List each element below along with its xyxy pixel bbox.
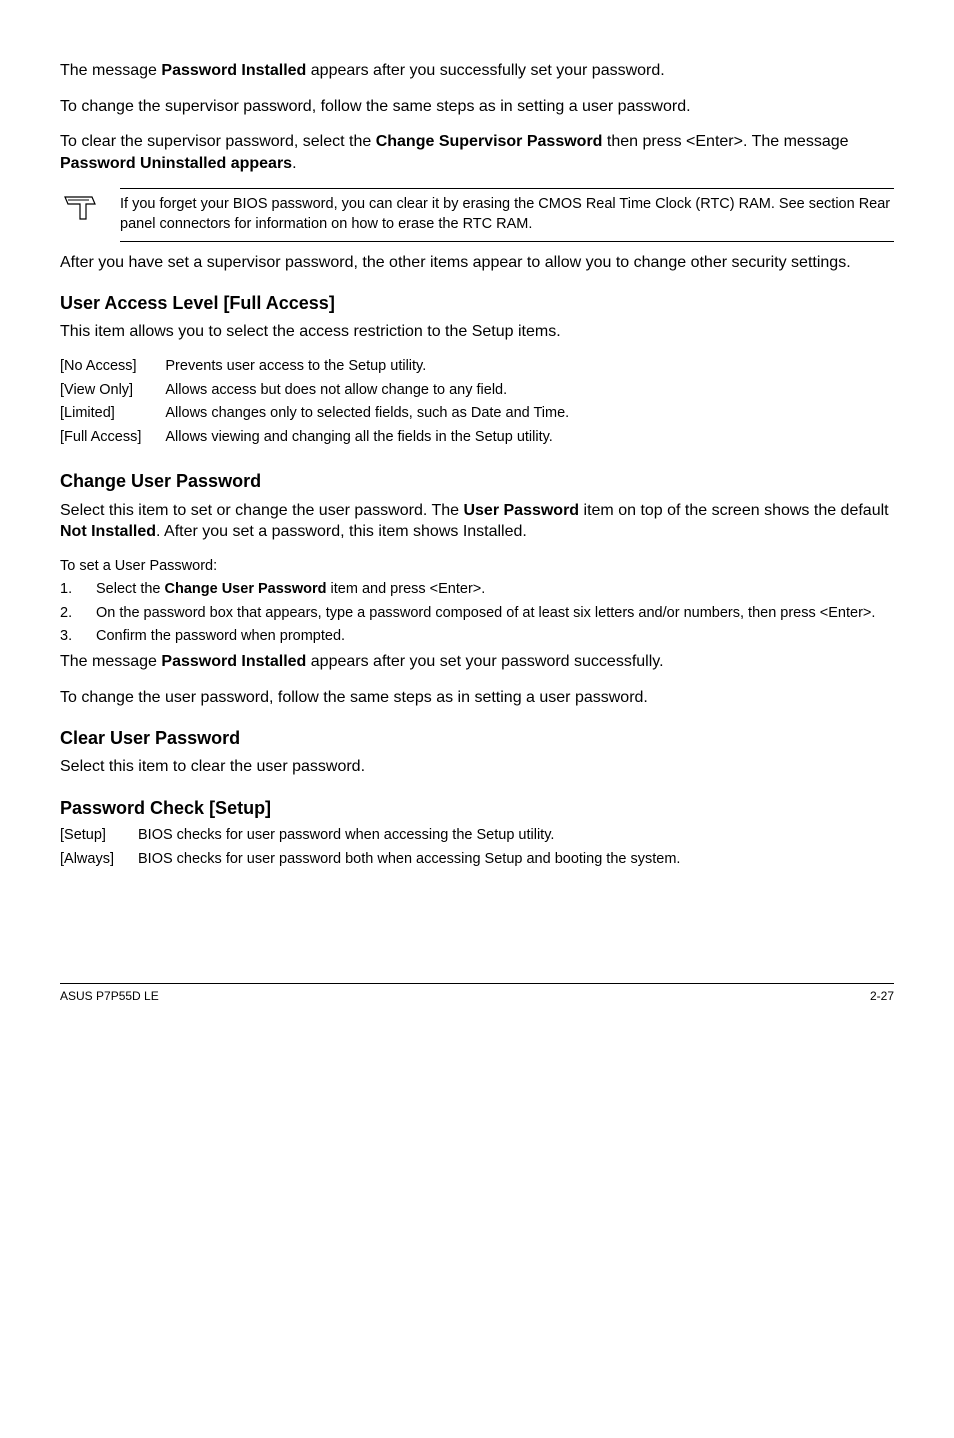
list-body: Select the Change User Password item and…	[96, 580, 894, 600]
text: Select the	[96, 581, 165, 597]
definition-desc: Prevents user access to the Setup utilit…	[165, 357, 569, 381]
definition-row: [Full Access] Allows viewing and changin…	[60, 428, 569, 452]
bold-text: Password Installed	[161, 653, 306, 670]
definition-term: [View Only]	[60, 381, 165, 405]
list-item: 1. Select the Change User Password item …	[60, 580, 894, 600]
text: appears after you successfully set your …	[306, 62, 664, 79]
text: appears after you set your password succ…	[306, 653, 663, 670]
text: To clear the supervisor password, select…	[60, 133, 376, 150]
bold-text: Change Supervisor Password	[376, 133, 603, 150]
note-icon	[60, 188, 100, 224]
text: .	[292, 155, 296, 172]
list-number: 2.	[60, 604, 96, 624]
footer-left: ASUS P7P55D LE	[60, 988, 159, 1004]
bold-text: Password Uninstalled appears	[60, 155, 292, 172]
text: item on top of the screen shows the defa…	[579, 502, 889, 519]
list-body: Confirm the password when prompted.	[96, 627, 894, 647]
paragraph: Select this item to set or change the us…	[60, 500, 894, 543]
definition-term: [Setup]	[60, 826, 138, 850]
definition-desc: Allows changes only to selected fields, …	[165, 404, 569, 428]
text: . After you set a password, this item sh…	[156, 523, 527, 540]
text: The message	[60, 62, 161, 79]
bold-text: User Password	[463, 502, 579, 519]
definition-term: [No Access]	[60, 357, 165, 381]
paragraph: To change the supervisor password, follo…	[60, 96, 894, 118]
paragraph: The message Password Installed appears a…	[60, 60, 894, 82]
paragraph: The message Password Installed appears a…	[60, 651, 894, 673]
paragraph: To clear the supervisor password, select…	[60, 131, 894, 174]
definition-desc: BIOS checks for user password when acces…	[138, 826, 680, 850]
list-item: 3. Confirm the password when prompted.	[60, 627, 894, 647]
heading-clear-user-password: Clear User Password	[60, 726, 894, 750]
definition-row: [No Access] Prevents user access to the …	[60, 357, 569, 381]
definition-list: [No Access] Prevents user access to the …	[60, 357, 569, 451]
list-number: 1.	[60, 580, 96, 600]
note-text: If you forget your BIOS password, you ca…	[120, 188, 894, 241]
bold-text: Not Installed	[60, 523, 156, 540]
note-block: If you forget your BIOS password, you ca…	[60, 188, 894, 241]
list-number: 3.	[60, 627, 96, 647]
definition-list: [Setup] BIOS checks for user password wh…	[60, 826, 680, 873]
text: item and press <Enter>.	[327, 581, 486, 597]
definition-row: [Limited] Allows changes only to selecte…	[60, 404, 569, 428]
heading-user-access-level: User Access Level [Full Access]	[60, 291, 894, 315]
paragraph: Select this item to clear the user passw…	[60, 756, 894, 778]
ordered-list: 1. Select the Change User Password item …	[60, 580, 894, 647]
footer-right: 2-27	[870, 988, 894, 1004]
paragraph: After you have set a supervisor password…	[60, 252, 894, 274]
bold-text: Change User Password	[165, 581, 327, 597]
definition-row: [View Only] Allows access but does not a…	[60, 381, 569, 405]
page-footer: ASUS P7P55D LE 2-27	[60, 983, 894, 1004]
definition-term: [Limited]	[60, 404, 165, 428]
definition-term: [Full Access]	[60, 428, 165, 452]
definition-row: [Always] BIOS checks for user password b…	[60, 850, 680, 874]
text: then press <Enter>. The message	[602, 133, 848, 150]
list-body: On the password box that appears, type a…	[96, 604, 894, 624]
definition-desc: Allows viewing and changing all the fiel…	[165, 428, 569, 452]
paragraph: This item allows you to select the acces…	[60, 321, 894, 343]
text: Select this item to set or change the us…	[60, 502, 463, 519]
definition-term: [Always]	[60, 850, 138, 874]
text: The message	[60, 653, 161, 670]
definition-desc: BIOS checks for user password both when …	[138, 850, 680, 874]
definition-row: [Setup] BIOS checks for user password wh…	[60, 826, 680, 850]
paragraph: To change the user password, follow the …	[60, 687, 894, 709]
lead-text: To set a User Password:	[60, 557, 894, 577]
heading-password-check: Password Check [Setup]	[60, 796, 894, 820]
definition-desc: Allows access but does not allow change …	[165, 381, 569, 405]
bold-text: Password Installed	[161, 62, 306, 79]
list-item: 2. On the password box that appears, typ…	[60, 604, 894, 624]
heading-change-user-password: Change User Password	[60, 469, 894, 493]
